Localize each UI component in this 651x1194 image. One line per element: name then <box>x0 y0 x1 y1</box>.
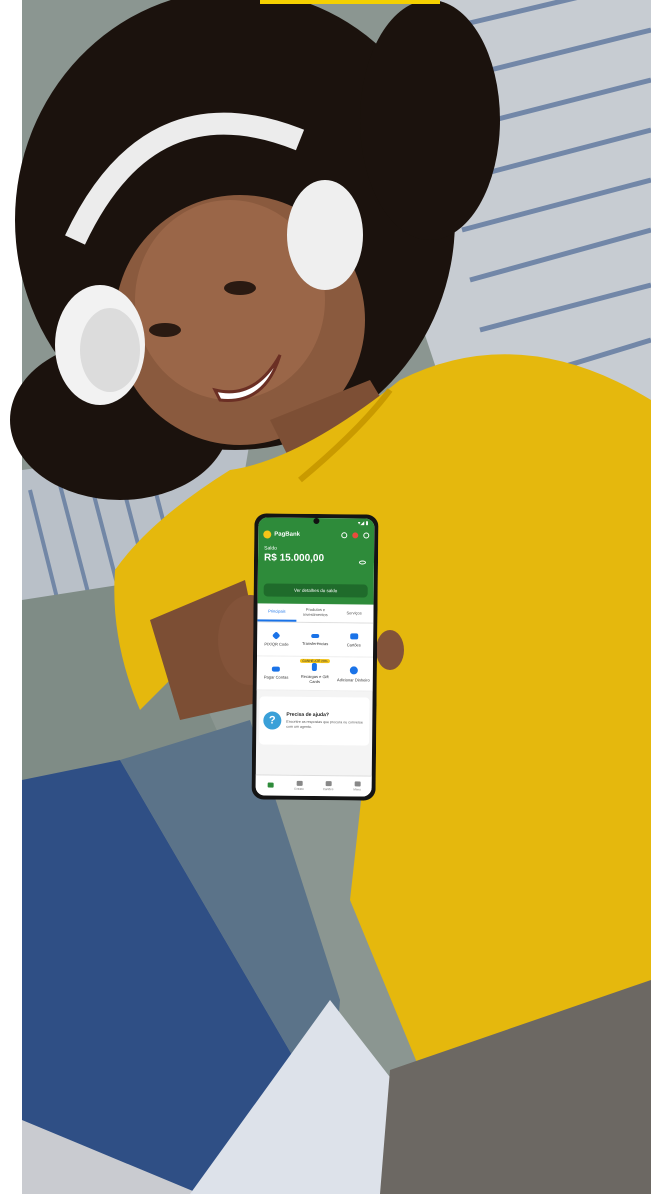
tab-principais[interactable]: Principais <box>257 603 297 622</box>
action-add-money[interactable]: Adicionar Dinheiro <box>333 657 373 692</box>
promo-badge: GANHE ATÉ 20% <box>300 658 330 664</box>
action-label: Adicionar Dinheiro <box>337 676 370 683</box>
pagbank-logo-icon <box>263 530 272 539</box>
brand-row: PagBank <box>258 527 374 542</box>
phone: ▾◢ ▮ PagBank Saldo R$ 15.000,00 Ver deta… <box>251 513 379 801</box>
balance-details-button[interactable]: Ver detalhes do saldo <box>263 583 368 598</box>
tab-servicos[interactable]: Serviços <box>335 604 374 622</box>
action-pix[interactable]: PIX/QR Code <box>257 622 297 657</box>
action-label: Transferências <box>301 640 329 646</box>
action-label: Pagar Contas <box>263 674 289 680</box>
action-recharge[interactable]: GANHE ATÉ 20% Recargas e Gift Cards <box>295 656 335 692</box>
photo-scene: ▾◢ ▮ PagBank Saldo R$ 15.000,00 Ver deta… <box>0 0 651 1194</box>
help-title: Precisa de ajuda? <box>286 712 329 719</box>
action-label: Recargas e Gift Cards <box>300 673 329 685</box>
nav-label: Cartões <box>322 787 334 792</box>
menu-icon <box>354 781 361 787</box>
action-label: Cartões <box>346 641 361 647</box>
transfer-icon <box>311 633 320 638</box>
nav-label: Menu <box>353 787 361 792</box>
action-pay-bills[interactable]: Pagar Contas <box>256 656 296 691</box>
nav-extract[interactable]: Extrato <box>285 776 314 796</box>
nav-cards[interactable]: Cartões <box>314 776 343 796</box>
balance-label: Saldo <box>264 545 277 552</box>
app-header: ▾◢ ▮ PagBank Saldo R$ 15.000,00 Ver deta… <box>257 517 375 605</box>
camera-notch <box>313 517 320 525</box>
barcode-icon <box>272 666 281 672</box>
money-add-icon <box>349 665 358 674</box>
pix-icon <box>272 630 281 640</box>
notification-icon[interactable] <box>352 532 359 539</box>
nav-menu[interactable]: Menu <box>343 776 372 796</box>
eye-icon[interactable] <box>358 560 367 565</box>
card-icon <box>325 781 332 787</box>
shop-icon[interactable] <box>341 532 348 539</box>
tab-produtos[interactable]: Produtos e investimentos <box>296 604 335 622</box>
help-text: Encontre as respostas que procura ou con… <box>286 720 363 729</box>
phone-screen: ▾◢ ▮ PagBank Saldo R$ 15.000,00 Ver deta… <box>255 517 375 797</box>
brand-name: PagBank <box>274 531 300 538</box>
action-label: PIX/QR Code <box>264 640 289 647</box>
home-icon <box>267 782 274 788</box>
list-icon <box>296 780 303 786</box>
profile-icon[interactable] <box>363 532 370 539</box>
card-icon <box>349 632 358 639</box>
actions-grid: PIX/QR Code Transferências Cartões Pagar… <box>256 622 374 692</box>
nav-label: Extrato <box>294 786 304 791</box>
help-question-icon: ? <box>263 711 282 730</box>
help-card[interactable]: ? Precisa de ajuda? Encontre as resposta… <box>259 696 370 746</box>
action-cards[interactable]: Cartões <box>334 623 374 658</box>
nav-home[interactable] <box>256 775 285 795</box>
action-transfer[interactable]: Transferências <box>295 622 335 658</box>
tabs: Principais Produtos e investimentos Serv… <box>257 603 374 624</box>
phone-icon <box>312 662 318 672</box>
balance-value: R$ 15.000,00 <box>263 552 325 565</box>
bottom-nav: Extrato Cartões Menu <box>255 774 372 797</box>
